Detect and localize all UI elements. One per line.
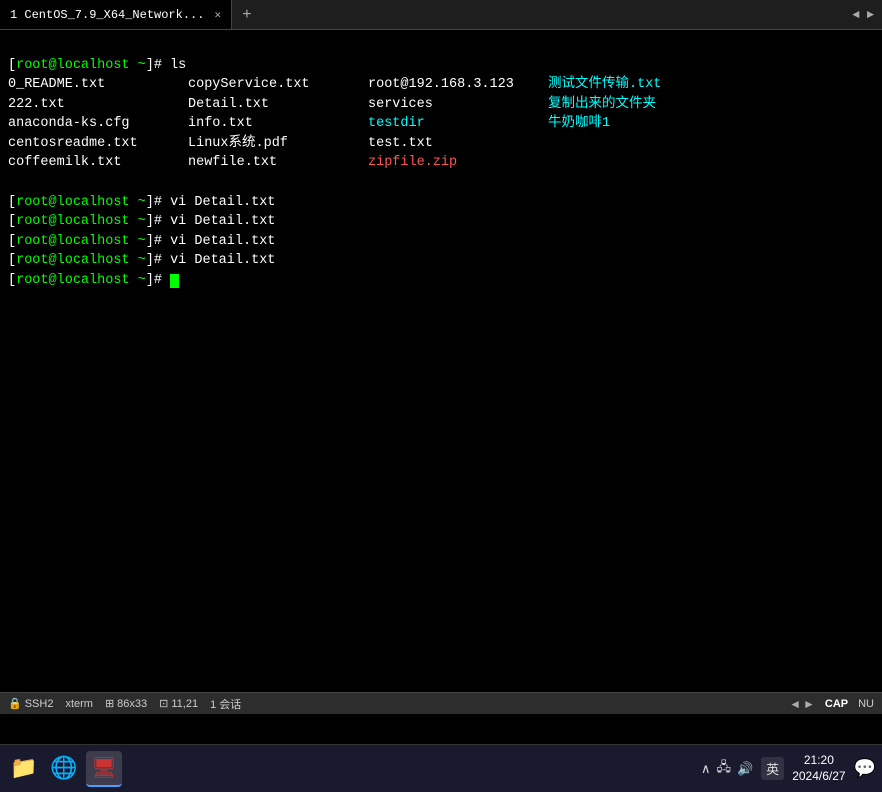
nav-left-icon[interactable]: ◄ [789,697,801,711]
ssh-indicator: 🔒 SSH2 [8,697,53,710]
language-indicator[interactable]: 英 [761,757,784,780]
system-tray: ∧ 🖧 🔊 [701,758,753,780]
ls-item: 0_README.txt [8,75,188,95]
notification-icon[interactable]: 💬 [854,758,876,779]
xterm-label: xterm [65,698,93,710]
status-bar-right: ◄ ► CAP NU [789,697,874,711]
ls-output: 0_README.txt copyService.txt root@192.16… [8,75,874,173]
nav-right-icon[interactable]: ► [803,697,815,711]
status-nav[interactable]: ◄ ► [789,697,815,711]
title-bar: 1 CentOS_7.9_X64_Network... ✕ + ◄ ► [0,0,882,30]
sessions-value: 1 会话 [210,696,241,712]
terminal-cursor [170,274,179,288]
tab-close-button[interactable]: ✕ [214,8,221,22]
ls-item: newfile.txt [188,153,368,173]
session-count: 1 会话 [210,696,241,712]
ls-item: 222.txt [8,95,188,115]
taskbar: 📁 🌐 🖥 ∧ 🖧 🔊 英 21:20 2024/6/27 💬 [0,744,882,792]
terminal-tab[interactable]: 1 CentOS_7.9_X64_Network... ✕ [0,0,232,29]
volume-icon[interactable]: 🔊 [737,761,753,777]
position-icon: ⊡ [159,697,168,710]
add-tab-button[interactable]: + [232,0,262,29]
ls-item: 复制出来的文件夹 [548,95,768,115]
file-explorer-icon[interactable]: 📁 [6,751,42,787]
ls-item: coffeemilk.txt [8,153,188,173]
terminal-area[interactable]: [root@localhost ~]# ls 0_README.txt copy… [0,30,882,692]
app-label: xterm [65,698,93,710]
ls-item: test.txt [368,134,548,154]
ls-item: root@192.168.3.123 [368,75,548,95]
ls-item: 牛奶咖啡1 [548,114,768,134]
window-nav: ◄ ► [852,8,874,22]
cursor-position: ⊡ 11,21 [159,697,198,710]
nu-indicator: NU [858,698,874,710]
ls-item: Detail.txt [188,95,368,115]
ls-item: services [368,95,548,115]
lock-icon: 🔒 [8,697,22,710]
nav-arrows[interactable]: ◄ ► [852,8,874,22]
dimensions-value: 86x33 [117,698,147,710]
taskbar-right: ∧ 🖧 🔊 英 21:20 2024/6/27 💬 [701,753,876,784]
dimensions-icon: ⊞ [105,697,114,710]
position-value: 11,21 [171,698,198,710]
ls-item: copyService.txt [188,75,368,95]
ls-item: zipfile.zip [368,153,548,173]
xshell-taskbar-icon[interactable]: 🖥 [86,751,122,787]
ls-item [548,153,768,173]
ls-item: anaconda-ks.cfg [8,114,188,134]
ssh-label: SSH2 [25,698,54,710]
clock-time: 21:20 [792,753,845,769]
status-bar: 🔒 SSH2 xterm ⊞ 86x33 ⊡ 11,21 1 会话 ◄ ► CA… [0,692,882,714]
ls-item: 测试文件传输.txt [548,75,768,95]
ls-item: centosreadme.txt [8,134,188,154]
ls-item: info.txt [188,114,368,134]
network-icon[interactable]: 🖧 [716,758,731,780]
clock-date: 2024/6/27 [792,769,845,785]
ls-item [548,134,768,154]
tab-label: 1 CentOS_7.9_X64_Network... [10,8,204,22]
ls-item: testdir [368,114,548,134]
tray-chevron[interactable]: ∧ [701,761,711,777]
edge-browser-icon[interactable]: 🌐 [46,751,82,787]
cap-indicator: CAP [825,698,848,710]
terminal-dimensions: ⊞ 86x33 [105,697,147,710]
ls-item: Linux系统.pdf [188,134,368,154]
clock: 21:20 2024/6/27 [792,753,845,784]
